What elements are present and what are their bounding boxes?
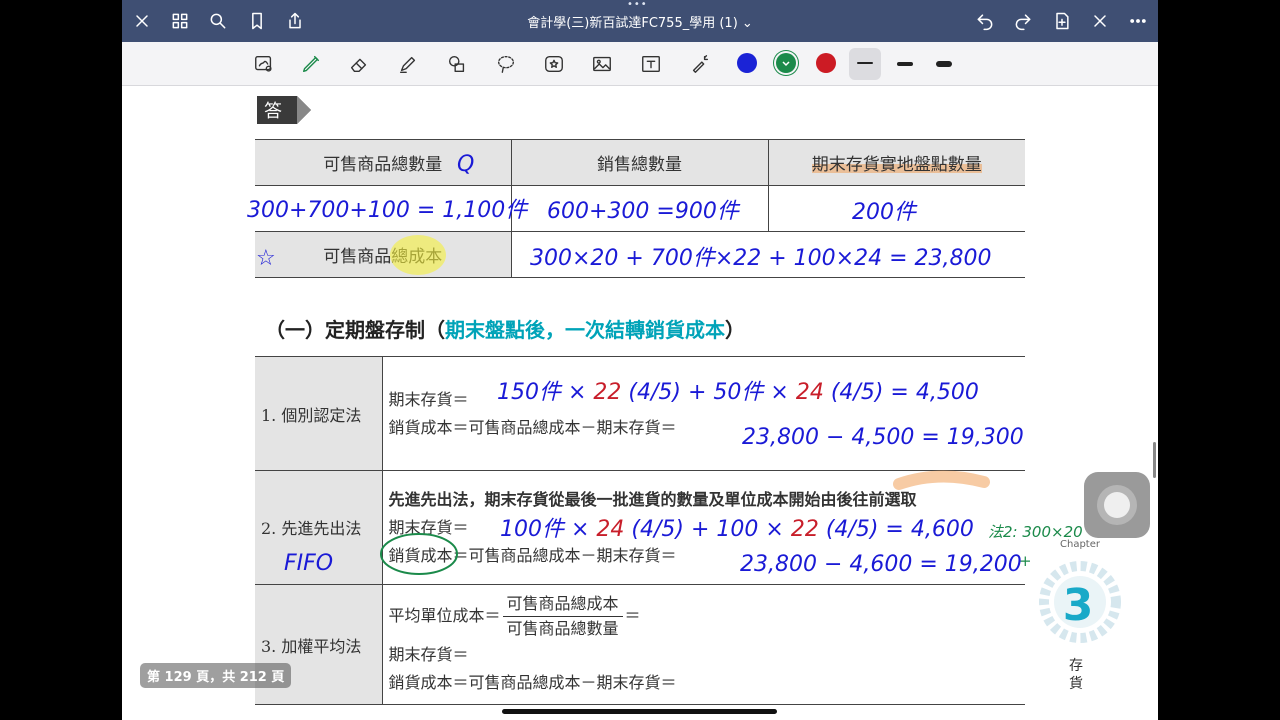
ending-inventory-line: 期末存貨＝ [388,517,469,537]
home-indicator[interactable] [502,709,777,714]
stroke-thick-button[interactable] [928,48,960,80]
cell-available-quantity [255,185,511,232]
chapter-word: Chapter [1060,539,1101,550]
eraser-icon[interactable] [345,50,373,78]
chevron-down-icon [782,61,790,67]
method-row-weighted: 3. 加權平均法 平均單位成本＝ 可售商品總成本 可售商品總數量＝ 期末存貨＝ 銷貨… [255,584,1025,705]
method-label-fifo: 2. 先進先出法 [255,470,383,585]
fraction-numerator: 可售商品總成本 [502,592,623,617]
fifo-rule-line: 先進先出法，期末存貨從最後一批進貨的數量及單位成本開始由後往前選取 [388,489,917,509]
chapter-name-2: 貨 [1069,675,1083,692]
stroke-thin-button[interactable] [849,48,881,80]
scrollbar-handle[interactable] [1153,442,1156,478]
multitask-dots[interactable]: ••• [627,0,648,10]
total-cost-label-text: 可售商品總成本 [323,247,443,267]
text-icon[interactable] [637,50,665,78]
laser-icon[interactable] [686,50,714,78]
color-red-swatch[interactable] [816,53,836,73]
average-cost-fraction: 可售商品總成本可售商品總數量 [502,592,623,641]
sticker-icon[interactable] [540,50,568,78]
app-window: ••• 會計學(三)新百試達FC755_學用 (1) ⌄ 答 可售商品總數量 銷… [122,0,1158,720]
average-cost-prefix: 平均單位成本＝ [388,606,501,625]
cell-ending-count [767,185,1025,232]
method-body-specific: 期末存貨＝ 銷貨成本＝可售商品總成本－期末存貨＝ [382,356,1025,471]
method-body-weighted: 平均單位成本＝ 可售商品總成本 可售商品總數量＝ 期末存貨＝ 銷貨成本＝可售商品總成… [382,584,1025,705]
average-cost-equals: ＝ [624,606,641,625]
add-page-icon[interactable] [1050,9,1074,33]
method-row-fifo: 2. 先進先出法 先進先出法，期末存貨從最後一批進貨的數量及單位成本開始由後往前… [255,470,1025,585]
row-total-cost-label: 可售商品總成本 [255,231,511,278]
highlighter-icon[interactable] [394,50,422,78]
section-title-suffix: ） [725,318,745,342]
redo-icon[interactable] [1011,9,1035,33]
chapter-number: 3 [1063,580,1094,631]
ending-inventory-line: 期末存貨＝ [388,645,469,664]
method-body-fifo: 先進先出法，期末存貨從最後一批進貨的數量及單位成本開始由後往前選取 期末存貨＝ … [382,470,1025,585]
header-ending-count-text: 期末存貨實地盤點數量 [811,155,982,175]
page-indicator: 第 129 頁，共 212 頁 [140,663,292,688]
answer-label: 答 [264,101,282,122]
answer-badge: 答 [257,96,311,124]
method-label-specific: 1. 個別認定法 [255,356,383,471]
chapter-tab: Chapter 3 存 貨 [1039,539,1121,692]
method-row-specific: 1. 個別認定法 期末存貨＝ 銷貨成本＝可售商品總成本－期末存貨＝ [255,356,1025,471]
color-blue-swatch[interactable] [737,53,757,73]
no-pen-icon[interactable] [1088,9,1112,33]
cogs-line: 銷貨成本＝可售商品總成本－期末存貨＝ [388,417,677,437]
lasso-select-icon[interactable] [492,50,520,78]
color-green-swatch[interactable] [776,53,796,73]
section-title-highlight: 期末盤點後，一次結轉銷貨成本 [445,318,725,342]
section-title: （一）定期盤存制（期末盤點後，一次結轉銷貨成本） [265,314,745,343]
document-title[interactable]: 會計學(三)新百試達FC755_學用 (1) ⌄ [122,12,1158,31]
methods-table: 1. 個別認定法 期末存貨＝ 銷貨成本＝可售商品總成本－期末存貨＝ 2. 先進先… [255,356,1025,705]
cogs-line: 銷貨成本＝可售商品總成本－期末存貨＝ [388,545,677,565]
undo-icon[interactable] [973,9,997,33]
assistive-touch-button[interactable] [1084,472,1150,538]
shapes-icon[interactable] [443,50,471,78]
pen-icon[interactable] [297,50,325,78]
image-icon[interactable] [588,50,616,78]
top-bar: ••• 會計學(三)新百試達FC755_學用 (1) ⌄ [122,0,1158,42]
summary-table: 可售商品總數量 銷售總數量 期末存貨實地盤點數量 可售商品總成本 [255,139,1025,278]
chapter-name-1: 存 [1069,658,1083,674]
header-available-quantity: 可售商品總數量 [255,139,511,186]
average-cost-line: 平均單位成本＝ 可售商品總成本 可售商品總數量＝ [389,592,1020,641]
fraction-denominator: 可售商品總數量 [506,619,619,638]
lasso-icon[interactable] [250,50,278,78]
stroke-medium-button[interactable] [889,48,921,80]
ending-inventory-line: 期末存貨＝ [388,389,469,409]
more-icon[interactable] [1126,9,1150,33]
cell-sold-quantity [510,185,768,232]
annotation-toolbar [122,42,1158,86]
cogs-line: 銷貨成本＝可售商品總成本－期末存貨＝ [388,673,677,692]
document-page[interactable]: 答 可售商品總數量 銷售總數量 期末存貨實地盤點數量 可售商品總成本 （一）定期… [122,86,1158,720]
header-sold-quantity: 銷售總數量 [510,139,768,186]
header-ending-count: 期末存貨實地盤點數量 [767,139,1025,186]
cell-total-cost [510,231,1025,278]
section-title-prefix: （一）定期盤存制（ [265,318,445,342]
